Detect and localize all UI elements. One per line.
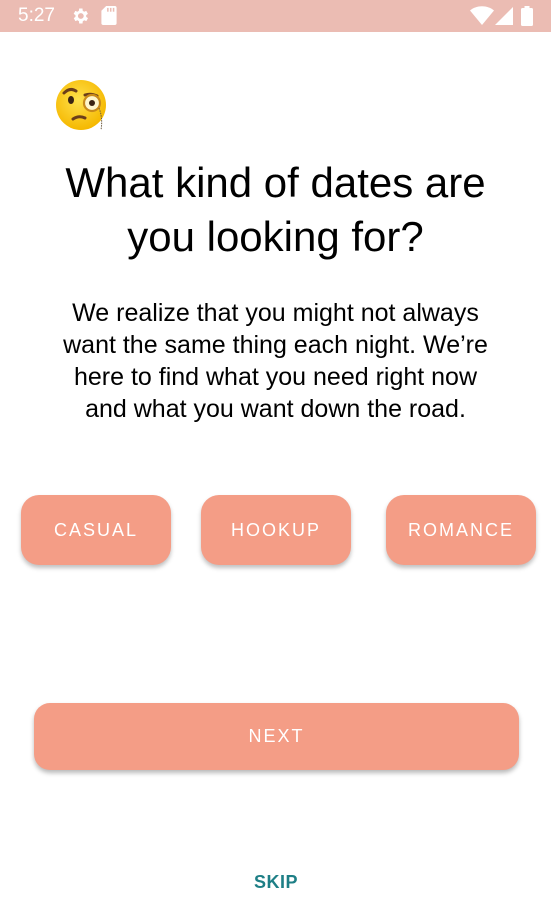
- wifi-icon: [470, 6, 494, 26]
- signal-icon: [495, 7, 513, 25]
- casual-option-button[interactable]: CASUAL: [21, 495, 171, 565]
- gear-icon: [73, 8, 88, 24]
- hookup-option-button[interactable]: HOOKUP: [201, 495, 351, 565]
- page-title: What kind of dates are you looking for?: [65, 159, 486, 260]
- skip-link[interactable]: SKIP: [226, 872, 326, 893]
- date-type-screen: 5:27 What kind of dates are you looking …: [0, 0, 551, 920]
- romance-option-button[interactable]: ROMANCE: [386, 495, 536, 565]
- status-time: 5:27: [18, 5, 55, 26]
- face-with-monocle-icon: [56, 80, 106, 131]
- status-bar: 5:27: [0, 0, 551, 32]
- page-subtitle: We realize that you might not always wan…: [63, 299, 488, 423]
- battery-icon: [521, 6, 533, 26]
- next-button[interactable]: NEXT: [34, 703, 519, 770]
- sd-card-icon: [101, 6, 117, 25]
